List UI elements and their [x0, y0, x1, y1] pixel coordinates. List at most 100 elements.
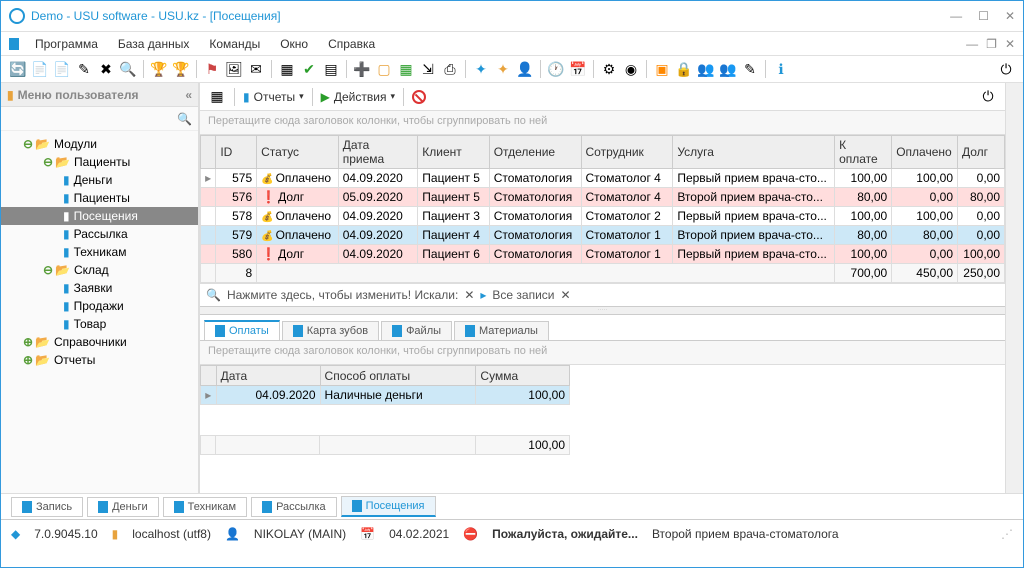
- print-icon[interactable]: ⎙: [441, 60, 459, 78]
- cell-sum[interactable]: 100,00: [476, 386, 570, 405]
- edit-icon[interactable]: ✎: [75, 60, 93, 78]
- col-9[interactable]: Долг: [958, 136, 1005, 169]
- col-sum[interactable]: Сумма: [476, 366, 570, 386]
- rss-icon[interactable]: ▣: [653, 60, 671, 78]
- menu-window[interactable]: Окно: [272, 37, 316, 51]
- clear-search-button[interactable]: ✕: [464, 288, 474, 302]
- table-row[interactable]: ▸575Оплачено04.09.2020Пациент 5Стоматоло…: [201, 169, 1005, 188]
- sidebar-search-icon[interactable]: 🔍: [177, 112, 192, 126]
- excel-icon[interactable]: ▦: [397, 60, 415, 78]
- close-button[interactable]: ✕: [1005, 9, 1015, 23]
- tree-item-товар[interactable]: ▮Товар: [1, 315, 198, 333]
- tab-карта зубов[interactable]: Карта зубов: [282, 321, 379, 340]
- mdi-close-button[interactable]: ✕: [1005, 37, 1015, 51]
- bottom-tab-посещения[interactable]: Посещения: [341, 496, 436, 517]
- col-4[interactable]: Отделение: [489, 136, 581, 169]
- table-row[interactable]: 576Долг05.09.2020Пациент 5СтоматологияСт…: [201, 188, 1005, 207]
- minimize-button[interactable]: —: [950, 9, 962, 23]
- refresh-icon[interactable]: 🔄: [9, 60, 27, 78]
- col-2[interactable]: Дата приема: [338, 136, 418, 169]
- clear-all-button[interactable]: ✕: [561, 288, 571, 302]
- flag-icon[interactable]: ⚑: [203, 60, 221, 78]
- table-row[interactable]: 580Долг04.09.2020Пациент 6СтоматологияСт…: [201, 245, 1005, 264]
- col-method[interactable]: Способ оплаты: [320, 366, 476, 386]
- wand-icon[interactable]: ✎: [741, 60, 759, 78]
- gear-icon[interactable]: ⚙: [600, 60, 618, 78]
- sort-icon[interactable]: ▤: [322, 60, 340, 78]
- users-icon[interactable]: 👥: [719, 60, 737, 78]
- cell-method[interactable]: Наличные деньги: [320, 386, 476, 405]
- mdi-restore-button[interactable]: ❐: [986, 37, 997, 51]
- col-date[interactable]: Дата: [216, 366, 320, 386]
- table-row[interactable]: 578Оплачено04.09.2020Пациент 3Стоматолог…: [201, 207, 1005, 226]
- tree-item-заявки[interactable]: ▮Заявки: [1, 279, 198, 297]
- tree-item-посещения[interactable]: ▮Посещения: [1, 207, 198, 225]
- visits-grid[interactable]: IDСтатусДата приемаКлиентОтделениеСотруд…: [200, 135, 1005, 283]
- menu-program[interactable]: Программа: [27, 37, 106, 51]
- col-0[interactable]: ID: [216, 136, 257, 169]
- col-8[interactable]: Оплачено: [892, 136, 958, 169]
- bottom-tab-техникам[interactable]: Техникам: [163, 497, 247, 517]
- cell-date[interactable]: 04.09.2020: [216, 386, 320, 405]
- table-row[interactable]: 579Оплачено04.09.2020Пациент 4Стоматолог…: [201, 226, 1005, 245]
- bottom-tab-запись[interactable]: Запись: [11, 497, 83, 517]
- col-5[interactable]: Сотрудник: [581, 136, 673, 169]
- col-7[interactable]: К оплате: [835, 136, 892, 169]
- tree-item-пациенты[interactable]: ▮Пациенты: [1, 189, 198, 207]
- bottom-tab-рассылка[interactable]: Рассылка: [251, 497, 337, 517]
- tree-item-техникам[interactable]: ▮Техникам: [1, 243, 198, 261]
- tree-item-пациенты[interactable]: ⊖📂Пациенты: [1, 153, 198, 171]
- check-icon[interactable]: ✔: [300, 60, 318, 78]
- lock-icon[interactable]: 🔒: [675, 60, 693, 78]
- reports-button[interactable]: ▮Отчеты▾: [243, 90, 304, 104]
- splitter[interactable]: ·····: [200, 307, 1005, 315]
- stop-button[interactable]: [412, 90, 426, 104]
- mail-icon[interactable]: ✉: [247, 60, 265, 78]
- colorwheel-icon[interactable]: ◉: [622, 60, 640, 78]
- tab-файлы[interactable]: Файлы: [381, 321, 452, 340]
- clock-icon[interactable]: 🕐: [547, 60, 565, 78]
- doc1-icon[interactable]: 📄: [31, 60, 49, 78]
- tree-item-продажи[interactable]: ▮Продажи: [1, 297, 198, 315]
- menu-commands[interactable]: Команды: [201, 37, 268, 51]
- right-panel-collapsed[interactable]: [1005, 83, 1023, 493]
- search-icon[interactable]: 🔍: [119, 60, 137, 78]
- doc2-icon[interactable]: 📄: [53, 60, 71, 78]
- tab-оплаты[interactable]: Оплаты: [204, 320, 280, 340]
- power2-icon[interactable]: ⏻: [979, 88, 997, 106]
- tree-item-склад[interactable]: ⊖📂Склад: [1, 261, 198, 279]
- export-icon[interactable]: ⇲: [419, 60, 437, 78]
- tab-материалы[interactable]: Материалы: [454, 321, 549, 340]
- tree-item-модули[interactable]: ⊖📂Модули: [1, 135, 198, 153]
- user-icon[interactable]: 👤: [516, 60, 534, 78]
- col-6[interactable]: Услуга: [673, 136, 835, 169]
- grid-searchbar[interactable]: 🔍 Нажмите здесь, чтобы изменить! Искали:…: [200, 283, 1005, 307]
- col-3[interactable]: Клиент: [418, 136, 489, 169]
- user2-icon[interactable]: 👥: [697, 60, 715, 78]
- actions-button[interactable]: ▶Действия▾: [321, 90, 395, 104]
- tree-item-деньги[interactable]: ▮Деньги: [1, 171, 198, 189]
- col-1[interactable]: Статус: [257, 136, 339, 169]
- menu-database[interactable]: База данных: [110, 37, 197, 51]
- filter-icon[interactable]: ▦: [208, 88, 226, 106]
- info-icon[interactable]: ℹ: [772, 60, 790, 78]
- add-icon[interactable]: ➕: [353, 60, 371, 78]
- power-icon[interactable]: ⏻: [997, 60, 1015, 78]
- grid-icon[interactable]: ▦: [278, 60, 296, 78]
- x1-icon[interactable]: ✖: [97, 60, 115, 78]
- star2-icon[interactable]: ✦: [494, 60, 512, 78]
- tree-item-отчеты[interactable]: ⊕📂Отчеты: [1, 351, 198, 369]
- resize-grip[interactable]: ⋰: [1001, 527, 1013, 541]
- mdi-minimize-button[interactable]: —: [966, 37, 978, 51]
- bottom-tab-деньги[interactable]: Деньги: [87, 497, 159, 517]
- tree-item-рассылка[interactable]: ▮Рассылка: [1, 225, 198, 243]
- maximize-button[interactable]: ☐: [978, 9, 989, 23]
- menu-help[interactable]: Справка: [320, 37, 383, 51]
- star-icon[interactable]: ✦: [472, 60, 490, 78]
- note-icon[interactable]: ▢: [375, 60, 393, 78]
- tree-item-справочники[interactable]: ⊕📂Справочники: [1, 333, 198, 351]
- trophy-icon[interactable]: 🏆: [150, 60, 168, 78]
- collapse-sidebar-button[interactable]: «: [185, 88, 192, 102]
- image-icon[interactable]: 🖼: [225, 60, 243, 78]
- trophy2-icon[interactable]: 🏆: [172, 60, 190, 78]
